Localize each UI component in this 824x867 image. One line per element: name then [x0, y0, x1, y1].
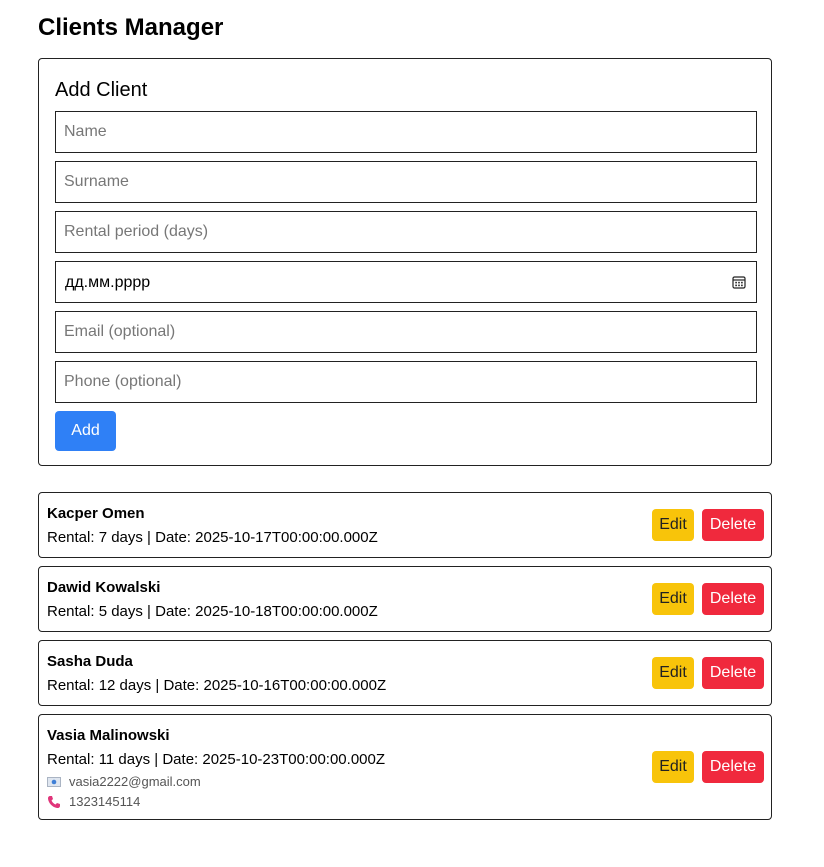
- calendar-icon[interactable]: [732, 275, 746, 289]
- add-button[interactable]: Add: [55, 411, 116, 451]
- client-phone: 1323145114: [69, 794, 141, 809]
- client-card: Kacper Omen Rental: 7 days | Date: 2025-…: [38, 492, 772, 558]
- client-phone-row: 1323145114: [47, 793, 140, 811]
- delete-button[interactable]: Delete: [702, 509, 764, 541]
- client-name: Vasia Malinowski: [47, 727, 170, 744]
- add-client-form: Add Client дд.мм.рррр Add: [38, 58, 772, 466]
- email-icon: [47, 777, 61, 787]
- client-email-row: vasia2222@gmail.com: [47, 773, 201, 791]
- delete-button[interactable]: Delete: [702, 751, 764, 783]
- client-card: Dawid Kowalski Rental: 5 days | Date: 20…: [38, 566, 772, 632]
- client-name: Dawid Kowalski: [47, 579, 161, 596]
- client-name: Kacper Omen: [47, 505, 145, 522]
- client-rental-info: Rental: 5 days | Date: 2025-10-18T00:00:…: [47, 603, 378, 620]
- page: Clients Manager Add Client дд.мм.рррр Ad…: [0, 0, 824, 867]
- edit-button[interactable]: Edit: [652, 657, 694, 689]
- edit-button[interactable]: Edit: [652, 583, 694, 615]
- name-input[interactable]: [55, 111, 757, 153]
- date-input-value: дд.мм.рррр: [65, 274, 151, 291]
- edit-button[interactable]: Edit: [652, 509, 694, 541]
- client-rental-info: Rental: 12 days | Date: 2025-10-16T00:00…: [47, 677, 387, 694]
- surname-input[interactable]: [55, 161, 757, 203]
- date-input[interactable]: дд.мм.рррр: [55, 261, 757, 303]
- edit-button[interactable]: Edit: [652, 751, 694, 783]
- phone-input[interactable]: [55, 361, 757, 403]
- client-card: Sasha Duda Rental: 12 days | Date: 2025-…: [38, 640, 772, 706]
- client-rental-info: Rental: 11 days | Date: 2025-10-23T00:00…: [47, 751, 386, 768]
- phone-icon: [48, 796, 60, 808]
- form-title: Add Client: [55, 79, 148, 101]
- email-input[interactable]: [55, 311, 757, 353]
- delete-button[interactable]: Delete: [702, 657, 764, 689]
- client-email: vasia2222@gmail.com: [69, 774, 201, 789]
- delete-button[interactable]: Delete: [702, 583, 764, 615]
- client-name: Sasha Duda: [47, 653, 133, 670]
- rental-period-input[interactable]: [55, 211, 757, 253]
- client-rental-info: Rental: 7 days | Date: 2025-10-17T00:00:…: [47, 529, 378, 546]
- page-title: Clients Manager: [38, 14, 224, 41]
- client-card: Vasia Malinowski Rental: 11 days | Date:…: [38, 714, 772, 820]
